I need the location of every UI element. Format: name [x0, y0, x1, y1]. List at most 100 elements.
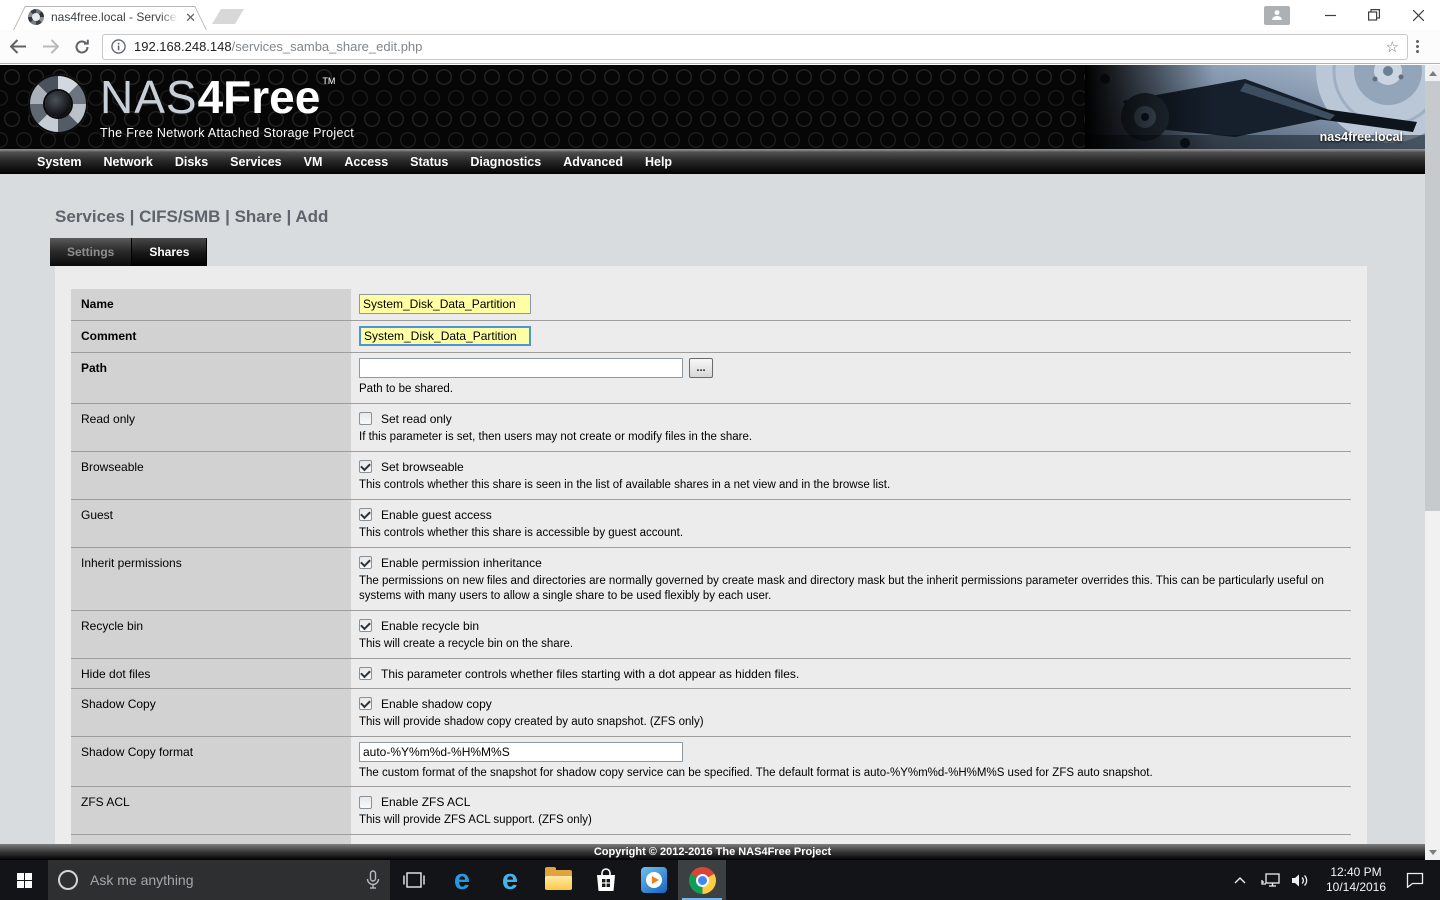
copyright-text: Copyright © 2012-2016 The NAS4Free Proje…: [593, 846, 832, 858]
browseable-content: Set browseable This controls whether this…: [351, 452, 1351, 499]
bookmark-star-icon[interactable]: ☆: [1386, 38, 1399, 56]
nav-item-diagnostics[interactable]: Diagnostics: [459, 155, 552, 169]
tab-content: nas4free.local - Services| ✕: [28, 9, 196, 25]
shadow-copy-content: Enable shadow copy This will provide shad…: [351, 689, 1351, 736]
path-input[interactable]: [359, 358, 683, 378]
recycle-bin-helper-text: This will create a recycle bin on the sh…: [359, 637, 574, 650]
main-navbar: System Network Disks Services VM Access …: [0, 149, 1425, 174]
task-view-button[interactable]: [390, 860, 438, 900]
restore-button[interactable]: [1352, 1, 1396, 29]
tab-settings[interactable]: Settings: [50, 238, 133, 266]
action-center-icon[interactable]: [1400, 860, 1430, 900]
comment-content: [351, 321, 1351, 352]
network-icon[interactable]: [1258, 860, 1282, 900]
inherit-acl-label: Inherit ACL: [71, 835, 351, 844]
recycle-bin-checkbox-row: Enable recycle bin: [359, 616, 1341, 633]
guest-content: Enable guest access This controls whether…: [351, 500, 1351, 547]
nav-item-network[interactable]: Network: [92, 155, 163, 169]
cortana-search-box[interactable]: Ask me anything: [48, 860, 390, 900]
comment-input[interactable]: [359, 326, 531, 346]
refresh-button[interactable]: [68, 33, 96, 61]
nav-item-advanced[interactable]: Advanced: [552, 155, 634, 169]
name-input[interactable]: [359, 294, 531, 314]
hide-dot-files-checkbox[interactable]: [359, 667, 372, 681]
shadow-copy-checkbox-label: Enable shadow copy: [381, 696, 492, 711]
back-button[interactable]: [4, 33, 32, 61]
taskbar-store-icon[interactable]: [582, 860, 630, 900]
zfs-acl-checkbox[interactable]: [359, 795, 372, 809]
window-controls: [1264, 0, 1440, 30]
browser-menu-icon[interactable]: [1416, 40, 1419, 53]
shadow-copy-format-content: The custom format of the snapshot for sh…: [351, 737, 1351, 787]
taskbar-clock[interactable]: 12:40 PM 10/14/2016: [1318, 865, 1394, 895]
nav-item-status[interactable]: Status: [399, 155, 459, 169]
taskbar-ie-icon[interactable]: e: [486, 860, 534, 900]
forward-button[interactable]: [36, 33, 64, 61]
zfs-acl-content: Enable ZFS ACL This will provide ZFS ACL …: [351, 787, 1351, 834]
nas4free-logo: NAS 4Free TM The Free Network Attached Sto…: [28, 74, 354, 140]
browseable-checkbox[interactable]: [359, 460, 372, 474]
new-tab-button[interactable]: [212, 9, 244, 24]
minimize-button[interactable]: [1308, 1, 1352, 29]
volume-icon[interactable]: [1288, 860, 1312, 900]
scroll-down-arrow[interactable]: [1425, 844, 1440, 860]
microphone-icon[interactable]: [366, 870, 380, 890]
taskbar-chrome-icon[interactable]: [678, 860, 726, 900]
url-bar[interactable]: 192.168.248.148/services_samba_share_edi…: [102, 33, 1408, 60]
read-only-content: Set read only If this parameter is set, t…: [351, 404, 1351, 451]
nav-item-access[interactable]: Access: [333, 155, 399, 169]
start-button[interactable]: [0, 860, 48, 900]
browseable-checkbox-row: Set browseable: [359, 457, 1341, 474]
inherit-permissions-checkbox[interactable]: [359, 556, 372, 570]
tab-close-icon[interactable]: ✕: [185, 11, 196, 24]
scrollbar-thumb[interactable]: [1425, 81, 1440, 511]
inherit-acl-checkbox-label: Enable ACL inheritance: [381, 843, 506, 844]
scroll-up-arrow[interactable]: [1425, 65, 1440, 81]
tray-chevron-icon[interactable]: [1228, 860, 1252, 900]
edge-logo: e: [453, 863, 471, 896]
hide-dot-files-checkbox-label: This parameter controls whether files st…: [381, 666, 800, 681]
close-window-button[interactable]: [1396, 1, 1440, 29]
nav-item-help[interactable]: Help: [634, 155, 683, 169]
path-browse-button[interactable]: ...: [689, 358, 713, 378]
form-row-guest: Guest Enable guest access This controls wh…: [71, 499, 1351, 548]
inherit-acl-content: Enable ACL inheritance: [351, 835, 1351, 844]
hide-dot-files-content: This parameter controls whether files st…: [351, 659, 1351, 688]
nav-item-system[interactable]: System: [26, 155, 92, 169]
browseable-label: Browseable: [71, 451, 351, 499]
cortana-icon: [58, 870, 78, 890]
browseable-helper-text: This controls whether this share is seen…: [359, 478, 891, 491]
form-row-path: Path... Path to be shared.: [71, 353, 1351, 404]
nav-item-vm[interactable]: VM: [293, 155, 334, 169]
logo-text-4free: 4Free: [197, 71, 321, 123]
vertical-scrollbar[interactable]: [1425, 65, 1440, 860]
name-label: Name: [71, 289, 351, 320]
guest-checkbox[interactable]: [359, 508, 372, 522]
nav-item-disks[interactable]: Disks: [164, 155, 219, 169]
logo-tagline: The Free Network Attached Storage Projec…: [100, 126, 355, 140]
shadow-copy-format-input[interactable]: [359, 741, 683, 762]
shadow-copy-label: Shadow Copy: [71, 688, 351, 736]
taskbar-edge-icon[interactable]: e: [438, 860, 486, 900]
inherit-permissions-checkbox-row: Enable permission inheritance: [359, 553, 1341, 570]
site-footer: Copyright © 2012-2016 The NAS4Free Proje…: [0, 844, 1425, 860]
path-label: Path: [71, 353, 351, 403]
recycle-bin-checkbox[interactable]: [359, 619, 372, 633]
url-host: 192.168.248.148: [134, 39, 232, 54]
page-info-icon[interactable]: [111, 39, 126, 54]
recycle-bin-label: Recycle bin: [71, 610, 351, 658]
folder-icon: [544, 867, 572, 890]
zfs-acl-checkbox-label: Enable ZFS ACL: [381, 795, 471, 810]
shadow-copy-checkbox[interactable]: [359, 697, 372, 711]
taskbar-media-player-icon[interactable]: [630, 860, 678, 900]
profile-icon[interactable]: [1264, 5, 1290, 25]
read-only-checkbox[interactable]: [359, 412, 372, 426]
browser-tab[interactable]: nas4free.local - Services| ✕: [13, 6, 207, 30]
recycle-bin-content: Enable recycle bin This will create a rec…: [351, 611, 1351, 658]
nav-item-services[interactable]: Services: [219, 155, 292, 169]
page-body: Services | CIFS/SMB | Share | Add Settin…: [0, 174, 1425, 844]
tab-shares[interactable]: Shares: [132, 238, 208, 266]
form-row-inherit-acl: Inherit ACL Enable ACL inheritance: [71, 835, 1351, 844]
logo-text-nas: NAS: [100, 71, 198, 123]
taskbar-file-explorer-icon[interactable]: [534, 860, 582, 900]
